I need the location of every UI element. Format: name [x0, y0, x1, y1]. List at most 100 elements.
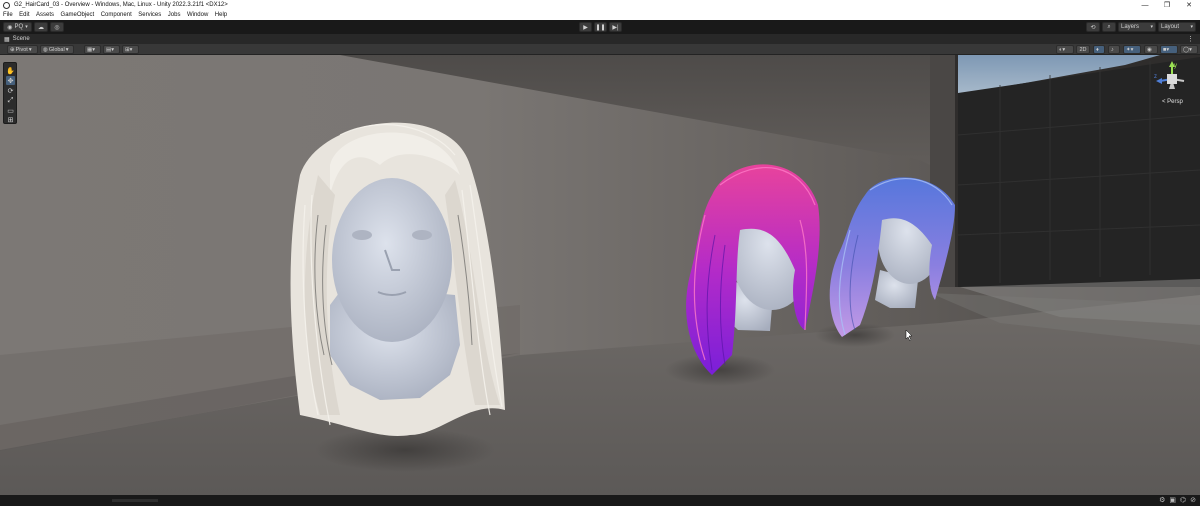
- scale-tool[interactable]: ⤢: [6, 96, 15, 105]
- mode-2d-label: 2D: [1079, 46, 1087, 53]
- gizmos-icon: ◯▾: [1183, 46, 1192, 53]
- menu-file[interactable]: File: [3, 12, 13, 18]
- chevron-down-icon: ▾: [1150, 24, 1153, 30]
- incremental-snap-button[interactable]: ⊞▾: [122, 45, 139, 54]
- more-options-icon[interactable]: ⋮: [1187, 35, 1194, 43]
- scale-icon: ⤢: [7, 96, 14, 104]
- progress-track: [112, 499, 158, 502]
- hand-icon: ✋: [6, 67, 15, 75]
- hidden-objects-toggle[interactable]: ◉: [1144, 45, 1158, 54]
- lighting-toggle[interactable]: ♦: [1093, 45, 1105, 54]
- close-button[interactable]: ✕: [1178, 0, 1200, 10]
- tab-scene-label: Scene: [12, 36, 30, 42]
- menu-jobs[interactable]: Jobs: [168, 12, 181, 18]
- transform-icon: ⊞: [7, 116, 14, 124]
- scene-viewport[interactable]: ✋ ✥ ⟳ ⤢ ▭ ⊞ y z < Persp: [0, 55, 1200, 495]
- menu-component[interactable]: Component: [101, 12, 132, 18]
- transform-tools-panel: ✋ ✥ ⟳ ⤢ ▭ ⊞: [3, 62, 17, 124]
- draw-mode-dropdown[interactable]: ◐▾: [1056, 45, 1074, 54]
- light-bulb-icon: ♦: [1096, 46, 1099, 53]
- audio-icon: ♪: [1111, 46, 1114, 53]
- snap-increment-button[interactable]: ▤▾: [103, 45, 120, 54]
- collab-button[interactable]: ◎: [50, 22, 64, 32]
- camera-dropdown[interactable]: ■▾: [1160, 45, 1178, 54]
- tab-scene[interactable]: ▦ Scene: [0, 34, 34, 44]
- account-label: PQ: [14, 24, 24, 30]
- search-icon: ⌕: [1107, 23, 1111, 30]
- audio-toggle[interactable]: ♪: [1108, 45, 1120, 54]
- hand-tool[interactable]: ✋: [6, 66, 15, 75]
- collab-icon: ◎: [54, 24, 60, 31]
- network-icon[interactable]: ⊘: [1190, 496, 1196, 504]
- window-title-bar: G2_HairCard_03 - Overview - Windows, Mac…: [0, 0, 1200, 10]
- status-bar: ⚙ ▣ ⌬ ⊘: [0, 495, 1200, 506]
- grid-snap-button[interactable]: ▦▾: [84, 45, 101, 54]
- step-icon: ▶|: [612, 24, 619, 31]
- code-icon[interactable]: ⌬: [1180, 496, 1186, 504]
- shading-icon: ◐▾: [1059, 46, 1066, 53]
- unity-logo-icon: [3, 1, 10, 9]
- toggle-2d-button[interactable]: 2D: [1076, 45, 1090, 54]
- move-icon: ✥: [7, 77, 14, 85]
- menu-services[interactable]: Services: [138, 12, 161, 18]
- history-icon: ⟲: [1090, 24, 1096, 31]
- restore-button[interactable]: ❐: [1156, 0, 1178, 10]
- rotate-icon: ⟳: [7, 87, 14, 95]
- chevron-down-icon: ▾: [1190, 24, 1193, 30]
- account-dropdown[interactable]: ◉ PQ ▾: [3, 22, 32, 32]
- menu-assets[interactable]: Assets: [36, 12, 54, 18]
- orientation-gizmo[interactable]: y z: [1154, 59, 1190, 95]
- pause-icon: ❚❚: [595, 24, 606, 31]
- play-icon: ▶: [583, 24, 588, 31]
- pivot-dropdown[interactable]: ⊕ Pivot ▾: [7, 45, 38, 54]
- menu-window[interactable]: Window: [187, 12, 208, 18]
- ruler-icon: ⊞▾: [125, 46, 133, 53]
- global-dropdown[interactable]: ◍ Global ▾: [40, 45, 74, 54]
- package-icon[interactable]: ▣: [1169, 496, 1176, 504]
- snap-icon: ▤▾: [106, 46, 114, 53]
- cloud-button[interactable]: ☁: [34, 22, 48, 32]
- grid-icon: ▦▾: [87, 46, 95, 53]
- camera-icon: ■▾: [1163, 46, 1170, 53]
- effects-icon: ✦▾: [1126, 46, 1134, 53]
- gizmo-y-label: y: [1174, 63, 1177, 69]
- window-controls: — ❐ ✕: [1134, 0, 1200, 10]
- chevron-down-icon: ▾: [25, 24, 28, 30]
- status-icons: ⚙ ▣ ⌬ ⊘: [1159, 496, 1196, 504]
- cloud-icon: ☁: [38, 24, 44, 31]
- rect-tool[interactable]: ▭: [6, 106, 15, 115]
- play-button[interactable]: ▶: [579, 22, 592, 32]
- rect-transform-icon: ▭: [7, 107, 14, 115]
- scene-render: [0, 55, 1200, 495]
- gizmo-z-label: z: [1154, 74, 1157, 80]
- main-toolbar: ◉ PQ ▾ ☁ ◎ ▶ ❚❚ ▶| ⟲ ⌕ Layers ▾ Layout ▾: [0, 20, 1200, 34]
- chevron-down-icon: ▾: [65, 46, 69, 53]
- pivot-label: Pivot: [15, 46, 28, 53]
- scene-toolbar: ⊕ Pivot ▾ ◍ Global ▾ ▦▾ ▤▾ ⊞▾ ◐▾ 2D ♦ ♪ …: [0, 44, 1200, 55]
- global-label: Global: [48, 46, 65, 53]
- layers-dropdown[interactable]: Layers ▾: [1118, 22, 1156, 32]
- account-icon: ◉: [7, 24, 13, 31]
- menu-edit[interactable]: Edit: [19, 12, 29, 18]
- history-button[interactable]: ⟲: [1086, 22, 1100, 32]
- menu-help[interactable]: Help: [215, 12, 227, 18]
- rotate-tool[interactable]: ⟳: [6, 86, 15, 95]
- visibility-icon: ◉: [1147, 46, 1152, 53]
- layout-dropdown[interactable]: Layout ▾: [1158, 22, 1196, 32]
- step-button[interactable]: ▶|: [609, 22, 622, 32]
- pivot-icon: ⊕: [10, 46, 15, 53]
- minimize-button[interactable]: —: [1134, 0, 1156, 10]
- camera-projection-label[interactable]: < Persp: [1162, 99, 1183, 105]
- transform-tool[interactable]: ⊞: [6, 115, 15, 124]
- layout-label: Layout: [1161, 24, 1180, 30]
- search-button[interactable]: ⌕: [1102, 22, 1116, 32]
- gizmos-dropdown[interactable]: ◯▾: [1180, 45, 1198, 54]
- graphics-icon[interactable]: ⚙: [1159, 496, 1165, 504]
- menu-gameobject[interactable]: GameObject: [61, 12, 95, 18]
- global-icon: ◍: [43, 46, 48, 53]
- effects-dropdown[interactable]: ✦▾: [1123, 45, 1141, 54]
- move-tool[interactable]: ✥: [6, 76, 15, 85]
- pause-button[interactable]: ❚❚: [594, 22, 607, 32]
- chevron-down-icon: ▾: [28, 46, 32, 53]
- layers-label: Layers: [1121, 24, 1140, 30]
